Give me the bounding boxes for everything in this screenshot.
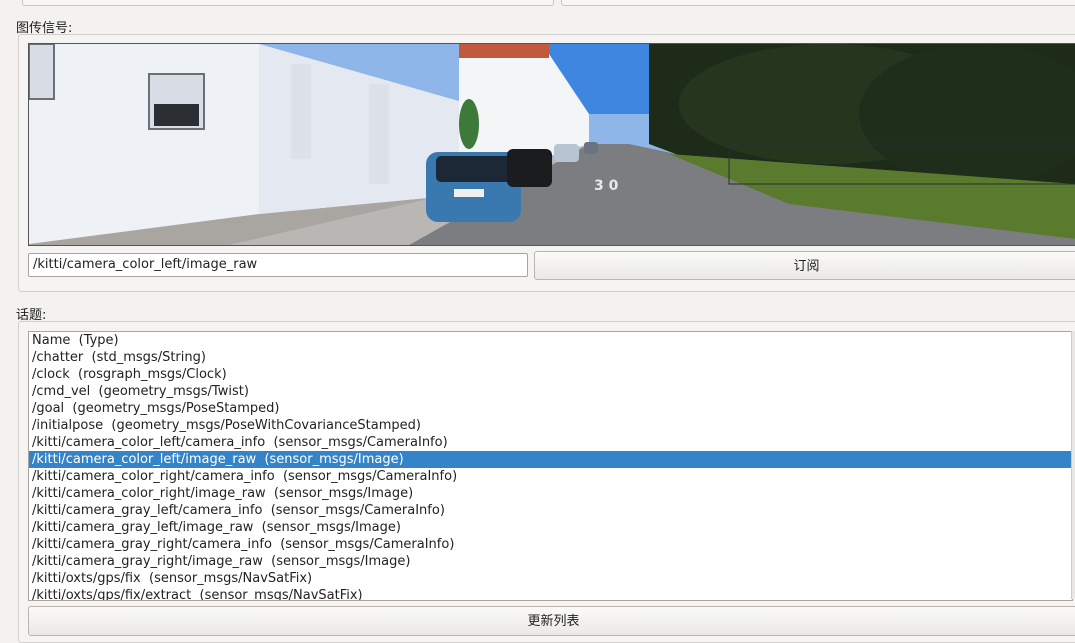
topic-list-item[interactable]: /cmd_vel (geometry_msgs/Twist) (29, 383, 1072, 400)
subscribe-button[interactable]: 订阅 (534, 251, 1075, 280)
top-left-field-fragment[interactable] (22, 0, 554, 6)
topic-list-scrollbar[interactable] (1071, 331, 1075, 599)
top-partial-widgets (0, 0, 1075, 8)
svg-text:3 0: 3 0 (594, 178, 619, 194)
topic-list-item[interactable]: /kitti/camera_gray_right/image_raw (sens… (29, 553, 1072, 570)
topic-list-item[interactable]: /kitti/camera_color_left/image_raw (sens… (29, 451, 1072, 468)
topic-list-item[interactable]: /kitti/camera_color_left/camera_info (se… (29, 434, 1072, 451)
topic-list-item[interactable]: /initialpose (geometry_msgs/PoseWithCova… (29, 417, 1072, 434)
refresh-list-button[interactable]: 更新列表 (28, 606, 1075, 636)
top-right-field-fragment[interactable] (561, 0, 1075, 6)
topic-list[interactable]: Name (Type)/chatter (std_msgs/String)/cl… (28, 331, 1073, 601)
topic-list-item[interactable]: /chatter (std_msgs/String) (29, 349, 1072, 366)
topic-list-item[interactable]: /kitti/camera_color_right/image_raw (sen… (29, 485, 1072, 502)
topic-list-item[interactable]: /goal (geometry_msgs/PoseStamped) (29, 400, 1072, 417)
topic-list-header-row[interactable]: Name (Type) (29, 332, 1072, 349)
topic-list-item[interactable]: /kitti/oxts/gps/fix (sensor_msgs/NavSatF… (29, 570, 1072, 587)
topic-list-item[interactable]: /kitti/camera_gray_left/image_raw (senso… (29, 519, 1072, 536)
topic-list-item[interactable]: /kitti/oxts/gps/fix/extract (sensor_msgs… (29, 587, 1072, 600)
topic-list-item[interactable]: /kitti/camera_gray_left/camera_info (sen… (29, 502, 1072, 519)
topic-list-item[interactable]: /kitti/camera_color_right/camera_info (s… (29, 468, 1072, 485)
image-topic-input[interactable] (28, 253, 528, 277)
topic-list-item[interactable]: /kitti/camera_gray_right/camera_info (se… (29, 536, 1072, 553)
camera-image: 3 0 (29, 44, 1075, 245)
topic-list-item[interactable]: /clock (rosgraph_msgs/Clock) (29, 366, 1072, 383)
camera-image-view: 3 0 (28, 43, 1075, 246)
